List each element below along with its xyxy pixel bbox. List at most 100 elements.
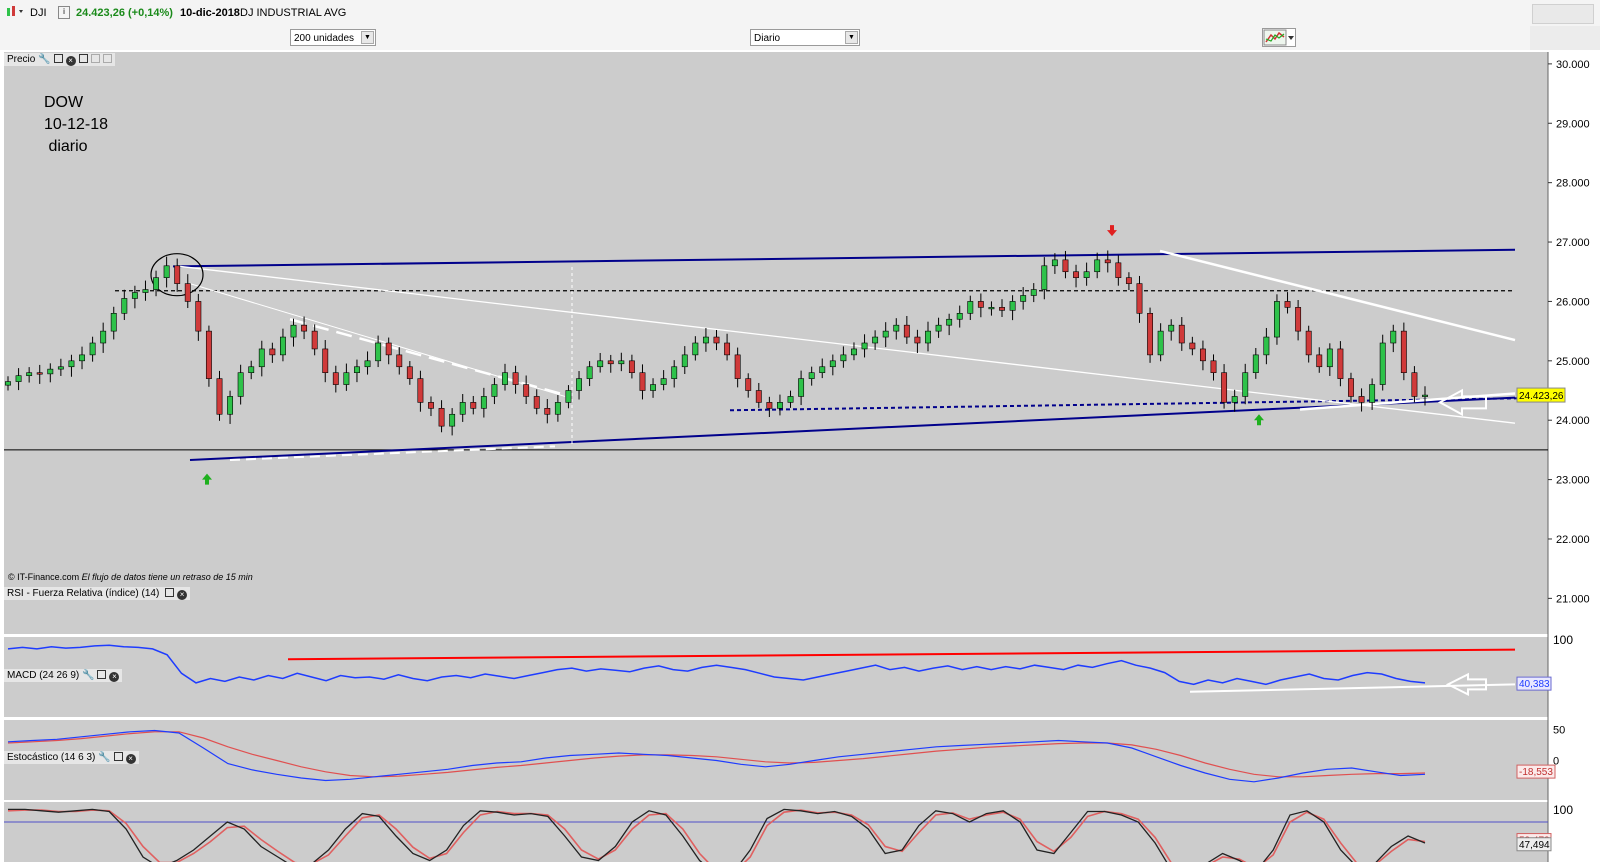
candle-body <box>480 396 487 409</box>
candle-body <box>491 384 498 397</box>
close-icon[interactable]: × <box>65 56 76 66</box>
candle-body <box>1136 283 1143 314</box>
price-panel-title: Precio <box>7 54 36 65</box>
maximize-icon[interactable] <box>97 670 107 679</box>
candle-body <box>512 372 519 385</box>
wrench-icon[interactable]: 🔧 <box>38 54 50 65</box>
wrench-icon[interactable]: 🔧 <box>98 752 110 763</box>
candle-body <box>258 348 265 368</box>
candle-body <box>660 378 667 385</box>
candle-body <box>650 384 656 391</box>
close-icon[interactable]: × <box>125 754 136 764</box>
candle-body <box>734 354 741 379</box>
candle-body <box>1284 301 1291 308</box>
candle-body <box>26 372 33 376</box>
candle-body <box>449 413 456 427</box>
candle-body <box>184 283 191 302</box>
candle-body <box>840 354 847 362</box>
rsi-panel-title: RSI - Fuerza Relativa (índice) (14) <box>7 588 160 599</box>
candle-body <box>79 354 85 362</box>
candle-body <box>755 390 762 403</box>
candle-body <box>819 366 826 373</box>
rsi-panel-header: RSI - Fuerza Relativa (índice) (14) × <box>4 587 191 600</box>
info-icon[interactable]: i <box>58 6 70 19</box>
candle-body <box>1231 396 1238 403</box>
chart-type-button[interactable] <box>1262 28 1296 47</box>
candle-body <box>57 366 64 370</box>
chevron-down-icon[interactable]: ▼ <box>845 31 858 44</box>
candle-body <box>163 265 170 278</box>
candle-body <box>967 301 974 314</box>
candle-body <box>554 402 561 415</box>
candle-body <box>1115 262 1122 278</box>
candle-body <box>861 342 868 350</box>
candle-body <box>1305 330 1312 356</box>
candle-body <box>777 402 783 409</box>
add-icon[interactable] <box>78 54 88 63</box>
price-tick-label: 24.000 <box>1556 415 1590 427</box>
candle-body <box>375 342 382 362</box>
chart-symbol-icon[interactable] <box>6 5 28 22</box>
candle-body <box>216 378 223 415</box>
price-panel <box>4 52 1548 634</box>
annotation-line-3: diario <box>44 138 88 155</box>
candle-body <box>766 402 773 409</box>
units-value: 200 unidades <box>294 33 355 44</box>
candle-body <box>459 402 466 415</box>
macd-panel <box>4 720 1548 800</box>
close-icon[interactable]: × <box>177 590 188 600</box>
symbol-label[interactable]: DJI <box>30 7 47 19</box>
candle-body <box>1221 372 1228 403</box>
candle-body <box>1041 265 1048 290</box>
candle-body <box>237 372 244 397</box>
candle-body <box>1009 301 1016 311</box>
candle-body <box>1125 277 1132 284</box>
rsi-value-label: 40,383 <box>1519 679 1550 690</box>
maximize-icon[interactable] <box>53 54 63 63</box>
candle-body <box>1147 313 1154 356</box>
maximize-icon[interactable] <box>165 588 175 597</box>
candle-body <box>354 366 360 373</box>
candle-body <box>470 402 477 409</box>
candle-body <box>787 396 794 403</box>
units-select[interactable]: 200 unidades ▼ <box>290 29 376 46</box>
candle-body <box>808 372 815 379</box>
candle-body <box>1263 336 1270 356</box>
candle-body <box>110 313 117 332</box>
candle-body <box>576 378 582 391</box>
stoch-panel <box>4 802 1548 862</box>
candle-body <box>988 307 995 310</box>
period-value: Diario <box>754 33 781 44</box>
maximize-icon[interactable] <box>113 752 123 761</box>
candle-body <box>1020 295 1027 302</box>
candle-body <box>1062 259 1069 273</box>
candle-body <box>607 360 614 365</box>
candle-body <box>586 366 593 379</box>
candle-body <box>544 408 551 415</box>
wrench-icon[interactable]: 🔧 <box>82 670 94 681</box>
candle-body <box>702 336 709 344</box>
close-icon[interactable]: × <box>109 672 120 682</box>
candle-body <box>1168 324 1175 332</box>
candle-body <box>1337 348 1344 379</box>
copy-icon[interactable] <box>90 54 100 63</box>
source-brand: © IT-Finance.com <box>8 572 80 582</box>
chevron-down-icon[interactable]: ▼ <box>361 31 374 44</box>
period-select[interactable]: Diario ▼ <box>750 29 860 46</box>
price-tick-label: 30.000 <box>1556 59 1590 71</box>
candle-body <box>227 396 234 415</box>
candle-body <box>935 324 942 332</box>
title-bar: DJI i 24.423,26 (+0,14%) 10-dic-2018 DJ … <box>0 0 1600 27</box>
candle-body <box>1369 384 1376 403</box>
paste-icon[interactable] <box>102 54 112 63</box>
price-tick-label: 25.000 <box>1556 356 1590 368</box>
chart-annotation: DOW 10-12-18 diario <box>44 92 108 158</box>
chart-area[interactable]: 30.000 29.000 28.000 27.000 26.000 25.000 24.0… <box>0 50 1600 862</box>
candle-body <box>5 381 11 386</box>
stoch-panel-header: Estocástico (14 6 3) 🔧 × <box>4 751 139 764</box>
candle-body <box>956 313 963 320</box>
candle-body <box>1400 330 1407 373</box>
window-controls[interactable] <box>1532 4 1594 24</box>
candle-body <box>1094 259 1101 273</box>
candle-body <box>1358 396 1365 403</box>
